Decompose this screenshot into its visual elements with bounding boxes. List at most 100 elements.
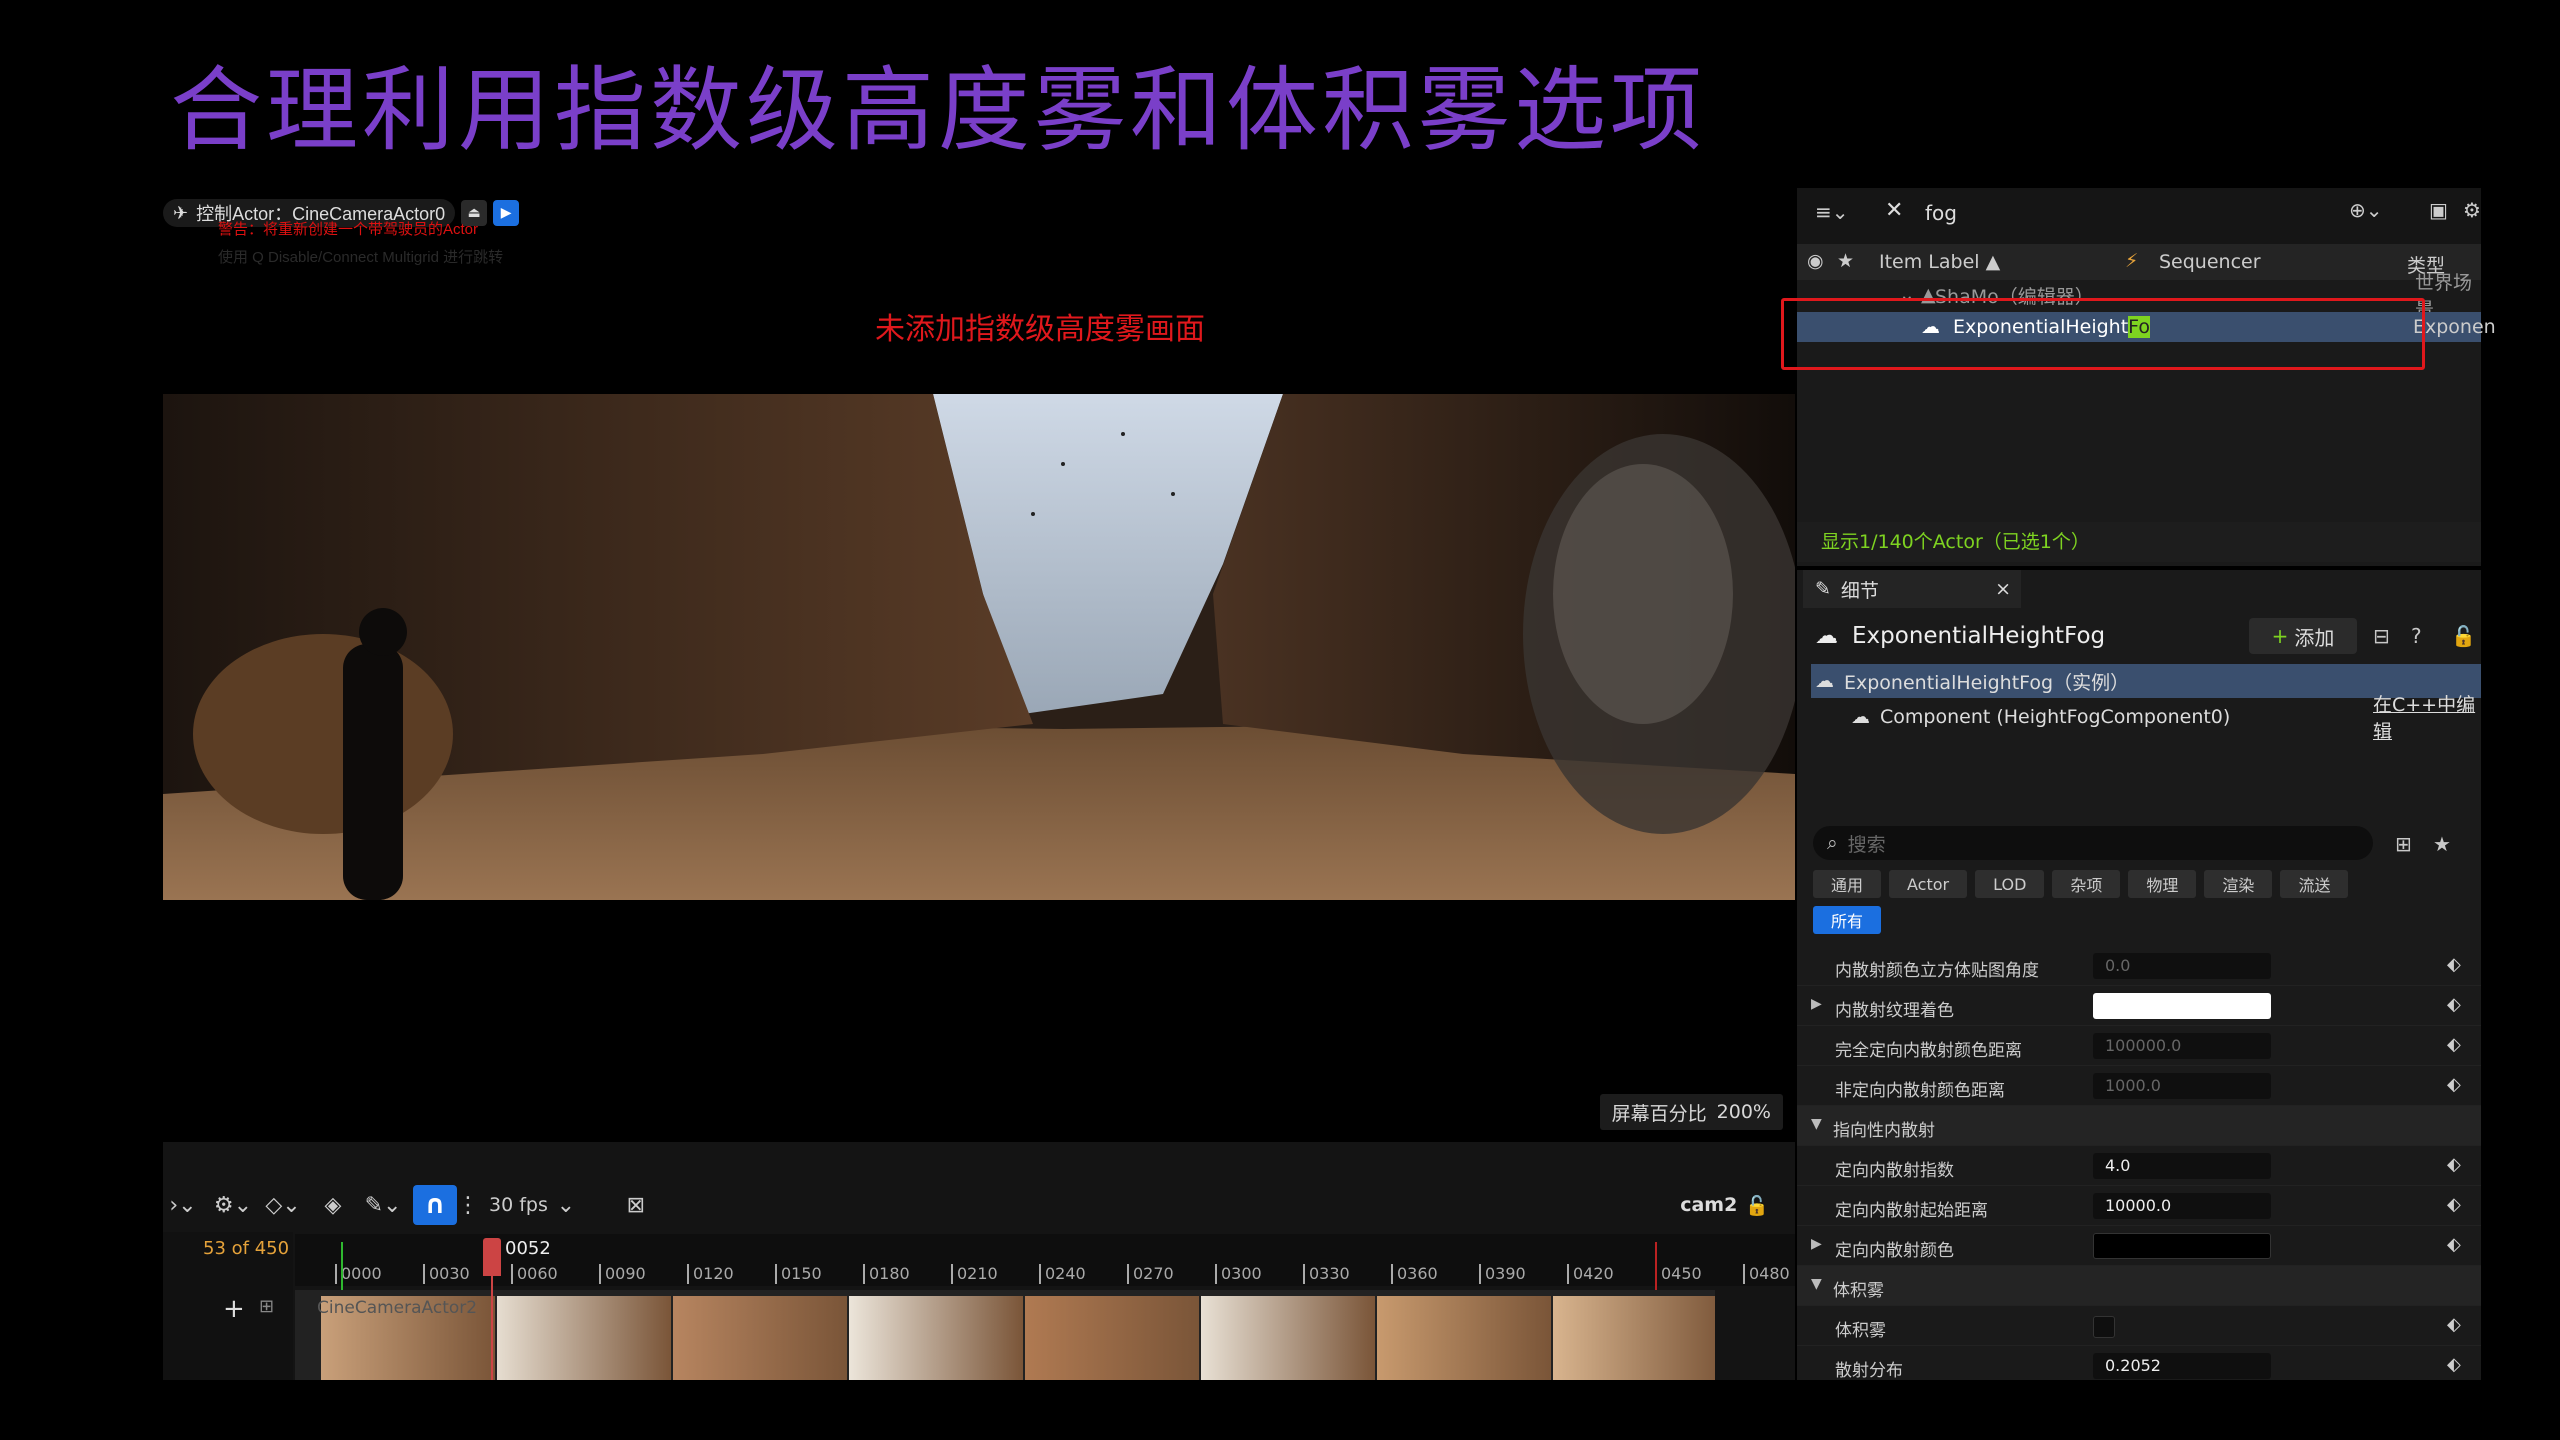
filter-chip[interactable]: 流送 bbox=[2280, 870, 2349, 898]
screen-percentage-value: 200% bbox=[1716, 1101, 1771, 1123]
keyframe-icon[interactable]: ⬖ bbox=[2447, 1354, 2461, 1375]
property-value[interactable]: 4.0 bbox=[2093, 1153, 2271, 1179]
property-section[interactable]: ▼ 体积雾 bbox=[1797, 1266, 2481, 1306]
star-icon[interactable]: ★ bbox=[1837, 250, 1854, 272]
component-row[interactable]: ☁ Component (HeightFogComponent0) 在C++中编… bbox=[1811, 694, 2481, 743]
property-row[interactable]: 非定向内散射颜色距离 1000.0 ⬖ bbox=[1797, 1066, 2481, 1106]
property-row[interactable]: ▶ 内散射纹理着色 ⬖ bbox=[1797, 986, 2481, 1026]
settings-icon[interactable]: ⚙ bbox=[2463, 198, 2481, 222]
playhead-handle[interactable] bbox=[483, 1238, 501, 1276]
filter-chip[interactable]: LOD bbox=[1975, 870, 2045, 898]
keyframe-icon[interactable]: ⬖ bbox=[2447, 1234, 2461, 1255]
key-fill-icon[interactable]: ◈ bbox=[313, 1187, 353, 1223]
keyframe-icon[interactable]: ⬖ bbox=[2447, 994, 2461, 1015]
property-row[interactable]: 完全定向内散射颜色距离 100000.0 ⬖ bbox=[1797, 1026, 2481, 1066]
tab-details[interactable]: ✎ 细节 × bbox=[1803, 570, 2021, 608]
filter-chip[interactable]: 杂项 bbox=[2052, 870, 2121, 898]
property-row[interactable]: 散射分布 0.2052 ⬖ bbox=[1797, 1346, 2481, 1380]
property-value[interactable]: 0.2052 bbox=[2093, 1353, 2271, 1379]
track-thumbnail bbox=[673, 1296, 847, 1380]
filter-chip[interactable]: 通用 bbox=[1813, 870, 1882, 898]
folder-icon[interactable]: ▣ bbox=[2429, 198, 2448, 222]
add-track-icon[interactable]: + bbox=[223, 1294, 245, 1324]
pen-icon[interactable]: ✎⌄ bbox=[363, 1187, 403, 1223]
ruler-tick: 0120 bbox=[687, 1264, 734, 1284]
details-search-input[interactable]: ⌕ 搜索 bbox=[1813, 826, 2373, 860]
instance-label: ExponentialHeightFog（实例） bbox=[1844, 671, 2130, 694]
keyframe-icon[interactable]: ⬖ bbox=[2447, 954, 2461, 975]
column-sequencer[interactable]: Sequencer bbox=[2159, 251, 2261, 273]
clear-icon[interactable]: ✕ bbox=[1885, 198, 1903, 223]
property-name: 定向内散射颜色 bbox=[1835, 1241, 1954, 1261]
grid-view-icon[interactable]: ⊞ bbox=[2395, 832, 2412, 856]
expand-right-icon[interactable]: ▶ bbox=[1811, 996, 1822, 1012]
filter-chip[interactable]: 物理 bbox=[2128, 870, 2197, 898]
property-value[interactable]: 1000.0 bbox=[2093, 1073, 2271, 1099]
close-icon[interactable]: × bbox=[1995, 578, 2011, 600]
visibility-icon[interactable]: ◉ bbox=[1807, 250, 1824, 272]
property-value[interactable] bbox=[2093, 1233, 2271, 1259]
level-viewport[interactable]: ✈ 控制Actor：CineCameraActor0 ⏏ ▶ 警告：将重新创建一… bbox=[163, 188, 1795, 1140]
property-row[interactable]: ▶ 定向内散射颜色 ⬖ bbox=[1797, 1226, 2481, 1266]
property-row[interactable]: 内散射颜色立方体贴图角度 0.0 ⬖ bbox=[1797, 946, 2481, 986]
keyframe-icon[interactable]: ⬖ bbox=[2447, 1034, 2461, 1055]
filter-icon[interactable]: ≡⌄ bbox=[1815, 200, 1849, 224]
more-vertical-icon[interactable]: ⋮ bbox=[457, 1187, 479, 1223]
property-name: 内散射纹理着色 bbox=[1835, 1001, 1954, 1021]
key-diamond-icon[interactable]: ◇⌄ bbox=[263, 1187, 303, 1223]
curve-editor-icon[interactable]: ⊠ bbox=[616, 1187, 656, 1223]
expand-down-icon[interactable]: ▼ bbox=[1811, 1116, 1822, 1132]
property-name: 定向内散射指数 bbox=[1835, 1161, 1954, 1181]
camera-cut-track[interactable]: CineCameraActor2 bbox=[295, 1290, 1715, 1380]
keyframe-icon[interactable]: ⬖ bbox=[2447, 1194, 2461, 1215]
add-component-button[interactable]: + 添加 bbox=[2249, 618, 2357, 654]
track-thumbnail bbox=[1553, 1296, 1715, 1380]
slide-title: 合理利用指数级高度雾和体积雾选项 bbox=[170, 57, 1707, 164]
property-value[interactable] bbox=[2093, 993, 2271, 1019]
lock-details-icon[interactable]: 🔓 bbox=[2451, 624, 2476, 648]
ruler-tick: 0060 bbox=[511, 1264, 558, 1284]
property-row[interactable]: 定向内散射指数 4.0 ⬖ bbox=[1797, 1146, 2481, 1186]
outliner-search-input[interactable]: fog bbox=[1925, 198, 2395, 228]
property-section[interactable]: ▼ 指向性内散射 bbox=[1797, 1106, 2481, 1146]
snap-magnet-button[interactable]: ∩ bbox=[413, 1185, 457, 1225]
favorite-icon[interactable]: ★ bbox=[2433, 832, 2451, 856]
ruler-tick: 0090 bbox=[599, 1264, 646, 1284]
ruler-tick: 0300 bbox=[1215, 1264, 1262, 1284]
camera-view-button[interactable]: ▶ bbox=[493, 200, 520, 226]
column-item-label[interactable]: Item Label ▲ bbox=[1879, 251, 2000, 273]
fps-select[interactable]: 30 fps bbox=[489, 1194, 548, 1216]
filter-chip[interactable]: Actor bbox=[1889, 870, 1968, 898]
screen-percentage-badge[interactable]: 屏幕百分比 200% bbox=[1599, 1094, 1783, 1130]
track-options-icon[interactable]: ⊞ bbox=[259, 1296, 274, 1317]
actor-name: ExponentialHeightFog bbox=[1852, 623, 2106, 649]
keyframe-icon[interactable]: ⬖ bbox=[2447, 1074, 2461, 1095]
help-icon[interactable]: ? bbox=[2411, 624, 2422, 648]
filter-all[interactable]: 所有 bbox=[1813, 906, 1882, 934]
property-row[interactable]: 定向内散射起始距离 10000.0 ⬖ bbox=[1797, 1186, 2481, 1226]
expand-down-icon[interactable]: ▼ bbox=[1811, 1276, 1822, 1292]
property-value[interactable]: 10000.0 bbox=[2093, 1193, 2271, 1219]
transform-gear-icon[interactable]: ⚙⌄ bbox=[213, 1187, 253, 1223]
chevron-right-icon[interactable]: ›⌄ bbox=[163, 1187, 203, 1223]
expand-right-icon[interactable]: ▶ bbox=[1811, 1236, 1822, 1252]
track-thumbnail bbox=[1201, 1296, 1375, 1380]
camera-lock[interactable]: cam2 🔓 bbox=[1680, 1184, 1769, 1226]
track-list: 53 of 450 + ⊞ bbox=[163, 1232, 293, 1380]
property-value[interactable]: 100000.0 bbox=[2093, 1033, 2271, 1059]
outliner-search-bar: ≡⌄ ✕ fog ⊕⌄ ▣ ⚙ bbox=[1797, 188, 2481, 244]
keyframe-icon[interactable]: ⬖ bbox=[2447, 1314, 2461, 1335]
keyframe-icon[interactable]: ⬖ bbox=[2447, 1154, 2461, 1175]
screen-percentage-label: 屏幕百分比 bbox=[1611, 1102, 1707, 1125]
property-value[interactable]: 0.0 bbox=[2093, 953, 2271, 979]
blueprint-icon[interactable]: ⊟ bbox=[2373, 624, 2390, 648]
plus-icon: + bbox=[2271, 624, 2289, 648]
property-checkbox[interactable] bbox=[2093, 1316, 2115, 1338]
filter-chip[interactable]: 渲染 bbox=[2204, 870, 2273, 898]
add-filter-icon[interactable]: ⊕⌄ bbox=[2349, 198, 2383, 222]
property-row[interactable]: 体积雾 ⬖ bbox=[1797, 1306, 2481, 1346]
edit-cpp-link[interactable]: 在C++中编辑 bbox=[2373, 690, 2481, 744]
camera-name: cam2 bbox=[1680, 1194, 1738, 1216]
component-icon: ☁ bbox=[1851, 706, 1870, 728]
chevron-down-icon[interactable]: ⌄ bbox=[556, 1187, 576, 1223]
